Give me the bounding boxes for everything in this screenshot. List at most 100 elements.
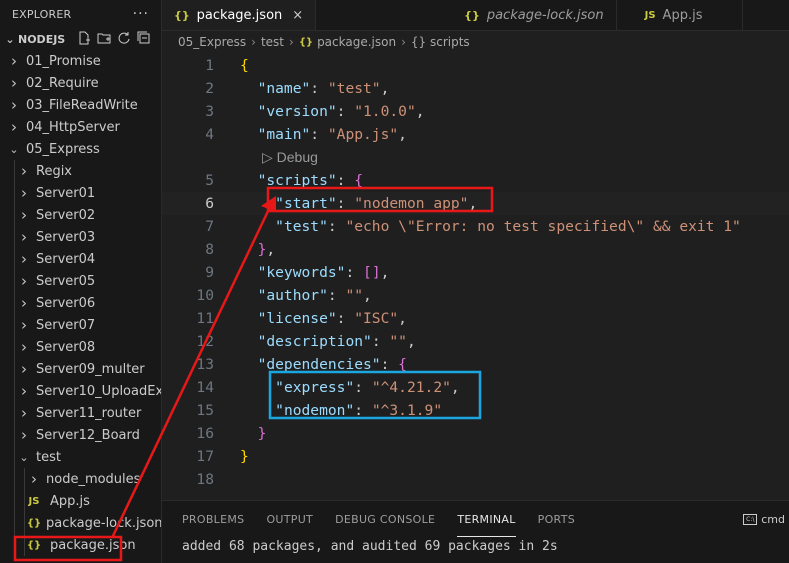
debug-codelens[interactable]: ▷ Debug [262, 146, 318, 169]
code-line: 5 "scripts": { [162, 169, 789, 192]
collapse-all-icon[interactable] [137, 31, 151, 48]
code-token: "license" [257, 310, 337, 327]
code-token: , [406, 333, 416, 350]
tree-file[interactable]: {} package-lock.json [0, 512, 161, 534]
chevron-right-icon: › [11, 74, 17, 92]
tab-terminal[interactable]: TERMINAL [457, 501, 515, 537]
code-token: "ISC" [354, 310, 399, 327]
code-token: } [257, 425, 267, 442]
tab-package-lock-json[interactable]: {} package-lock.json [316, 0, 617, 30]
code-token: : [310, 80, 328, 97]
tree-folder[interactable]: › Server07 [0, 314, 161, 336]
tab-problems[interactable]: PROBLEMS [182, 501, 244, 537]
code-token: : [327, 287, 346, 304]
tab-label: App.js [662, 7, 703, 23]
code-editor[interactable]: 1{2 "name": "test", 3 "version": "1.0.0",… [162, 54, 789, 500]
code-token: : [327, 218, 346, 235]
indent-guide [14, 446, 15, 468]
tree-folder[interactable]: › 03_FileReadWrite [0, 94, 161, 116]
code-text: "version": "1.0.0", [240, 100, 425, 123]
tree-item-label: 03_FileReadWrite [26, 97, 138, 113]
tab-output[interactable]: OUTPUT [266, 501, 313, 537]
chevron-down-icon: ⌄ [5, 32, 15, 46]
breadcrumb-folder[interactable]: test [261, 35, 284, 49]
file-tree: › 01_Promise › 02_Require › 03_FileReadWrite ›… [0, 50, 161, 556]
tree-item-label: Server07 [36, 317, 96, 333]
code-text: "main": "App.js", [240, 123, 407, 146]
tree-folder[interactable]: › Server10_UploadEx [0, 380, 161, 402]
tab-app-js[interactable]: JS App.js [617, 0, 744, 30]
tree-folder[interactable]: › 01_Promise [0, 50, 161, 72]
tree-folder[interactable]: › Server08 [0, 336, 161, 358]
code-line: 4 "main": "App.js", [162, 123, 789, 146]
line-number: 13 [196, 356, 214, 373]
code-line: 7 "test": "echo \"Error: no test specifi… [162, 215, 789, 238]
code-token: , [450, 379, 460, 396]
tree-folder[interactable]: › Server06 [0, 292, 161, 314]
line-number: 11 [196, 310, 214, 327]
tree-folder[interactable]: › Server05 [0, 270, 161, 292]
line-number: 12 [196, 333, 214, 350]
tree-folder[interactable]: › Server03 [0, 226, 161, 248]
code-token: , [468, 195, 478, 212]
code-token: , [398, 126, 407, 143]
code-line: 16 } [162, 422, 789, 445]
code-line: 11 "license": "ISC", [162, 307, 789, 330]
tab-ports[interactable]: PORTS [538, 501, 575, 537]
indent-guide [24, 468, 25, 490]
tree-folder[interactable]: › Server09_multer [0, 358, 161, 380]
explorer-header: EXPLORER ··· [0, 0, 161, 28]
tree-folder[interactable]: ⌄ test [0, 446, 161, 468]
code-token: : [336, 310, 355, 327]
tree-folder[interactable]: › 02_Require [0, 72, 161, 94]
tree-file[interactable]: JS App.js [0, 490, 161, 512]
close-icon[interactable]: × [292, 8, 303, 23]
tree-folder[interactable]: › node_modules [0, 468, 161, 490]
new-folder-icon[interactable] [97, 31, 111, 48]
tree-item-label: 05_Express [26, 141, 100, 157]
breadcrumb-file[interactable]: package.json [317, 35, 396, 49]
code-token: : [380, 356, 399, 373]
tree-folder[interactable]: › Server12_Board [0, 424, 161, 446]
indent-guide [14, 226, 15, 248]
tree-folder[interactable]: › Server11_router [0, 402, 161, 424]
workspace-section-header[interactable]: ⌄ NODEJS [0, 28, 161, 50]
panel-tabs: PROBLEMS OUTPUT DEBUG CONSOLE TERMINAL P… [162, 501, 789, 537]
chevron-right-icon: › [21, 228, 27, 246]
tree-file[interactable]: {} package.json [0, 534, 161, 556]
code-token: "" [345, 287, 364, 304]
tree-folder[interactable]: › Regix [0, 160, 161, 182]
tree-item-label: package.json [50, 537, 136, 553]
refresh-icon[interactable] [117, 31, 131, 48]
tree-folder[interactable]: › Server04 [0, 248, 161, 270]
chevron-right-icon: › [21, 206, 27, 224]
tree-item-label: Server10_UploadEx [36, 383, 162, 399]
explorer-sidebar: EXPLORER ··· ⌄ NODEJS › 01_Promise › 02_Req… [0, 0, 162, 563]
code-text: "start": "nodemon app", [240, 192, 477, 215]
more-actions-icon[interactable]: ··· [133, 6, 149, 22]
code-text: "scripts": { [240, 169, 363, 192]
terminal-output[interactable]: added 68 packages, and audited 69 packag… [182, 539, 558, 554]
breadcrumb-symbol[interactable]: {} scripts [411, 35, 470, 49]
chevron-right-icon: › [31, 470, 37, 488]
tree-folder[interactable]: ⌄ 05_Express [0, 138, 161, 160]
new-file-icon[interactable] [77, 31, 91, 48]
line-number: 5 [205, 172, 214, 189]
tree-folder[interactable]: › Server01 [0, 182, 161, 204]
code-text: "description": "", [240, 330, 416, 353]
indent-guide [14, 380, 15, 402]
tree-item-label: node_modules [46, 471, 141, 487]
shell-label: cmd [761, 513, 785, 526]
tree-folder[interactable]: › 04_HttpServer [0, 116, 161, 138]
indent-guide [14, 402, 15, 424]
terminal-shell-selector[interactable]: C:\ cmd [743, 513, 785, 526]
breadcrumb-folder[interactable]: 05_Express [178, 35, 246, 49]
tab-package-json[interactable]: {} package.json × [162, 0, 317, 30]
tree-folder[interactable]: › Server02 [0, 204, 161, 226]
code-line: 9 "keywords": [], [162, 261, 789, 284]
indent-guide [14, 204, 15, 226]
tab-debug-console[interactable]: DEBUG CONSOLE [335, 501, 435, 537]
